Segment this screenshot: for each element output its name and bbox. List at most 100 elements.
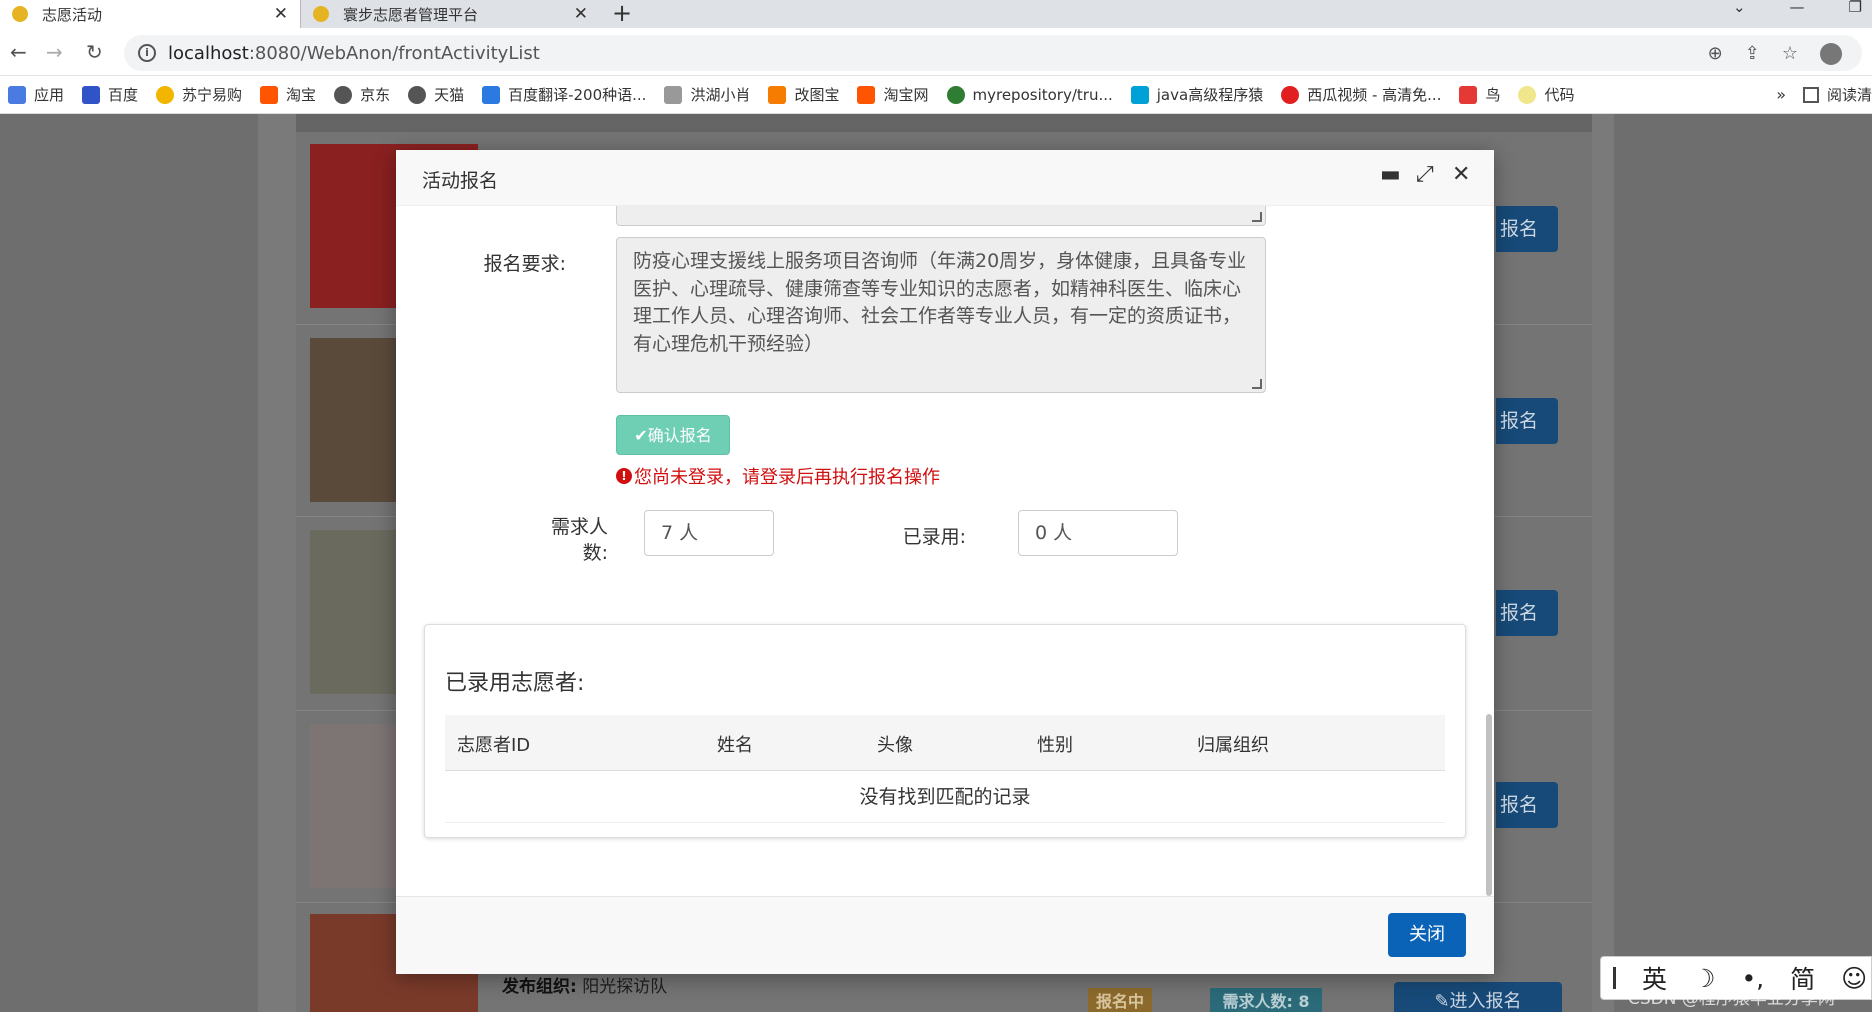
bookmark-label: 鸟 (1485, 86, 1501, 104)
enter-signup-button[interactable]: ✎进入报名 (1394, 982, 1562, 1012)
signup-button[interactable]: 报名 (1496, 398, 1558, 444)
list-header-strip (296, 114, 1592, 132)
share-icon[interactable]: ⇪ (1745, 43, 1760, 65)
tab-bar: 志愿活动 ✕ 寰步志愿者管理平台 ✕ + ⌄ — ❐ (0, 0, 1872, 28)
signup-button[interactable]: 报名 (1496, 590, 1558, 636)
forward-icon[interactable]: → (46, 40, 63, 64)
chrome-icon (946, 85, 965, 104)
emoji-icon[interactable]: ☺ (1841, 964, 1867, 993)
enter-signup-label: 进入报名 (1449, 991, 1522, 1012)
bookmark-label: 西瓜视频 - 高清免... (1307, 86, 1442, 104)
bookmark-label: 京东 (360, 86, 391, 104)
address-bar: ← → ↻ i localhost:8080/WebAnon/frontActi… (0, 28, 1872, 76)
hired-count-field[interactable]: 0 人 (1018, 510, 1178, 556)
bookmark-item[interactable]: 苏宁易购 (156, 84, 242, 105)
status-badge: 报名中 (1088, 988, 1152, 1012)
description-textarea[interactable] (616, 206, 1266, 226)
signup-button[interactable]: 报名 (1496, 782, 1558, 828)
profile-avatar[interactable] (1820, 43, 1842, 65)
column-header-organization[interactable]: 归属组织 (1197, 731, 1269, 757)
bookmark-item[interactable]: 改图宝 (768, 84, 839, 105)
close-button[interactable]: 关闭 (1388, 913, 1466, 957)
column-header-avatar[interactable]: 头像 (877, 731, 913, 757)
code-icon (1518, 85, 1537, 104)
need-count-badge: 需求人数: 8 (1210, 988, 1322, 1012)
new-tab-button[interactable]: + (612, 0, 632, 26)
star-icon[interactable]: ☆ (1782, 43, 1798, 65)
signup-button[interactable]: 报名 (1496, 206, 1558, 252)
site-favicon-icon (12, 6, 28, 22)
requirement-textarea[interactable]: 防疫心理支援线上服务项目咨询师（年满20周岁，身体健康，且具备专业医护、心理疏导… (616, 237, 1266, 393)
bilibili-icon (1130, 85, 1149, 104)
confirm-signup-button[interactable]: ✔确认报名 (616, 415, 730, 455)
column-header-volunteer-id[interactable]: 志愿者ID (457, 731, 530, 757)
translate-icon (482, 85, 501, 104)
tab-close-icon[interactable]: ✕ (574, 4, 588, 24)
bookmark-item[interactable]: 淘宝 (260, 84, 316, 105)
bookmark-item[interactable]: 百度 (82, 84, 138, 105)
bookmark-item[interactable]: 洪湖小肖 (664, 84, 750, 105)
reading-list-icon (1802, 86, 1819, 103)
bookmark-item[interactable]: java高级程序猿 (1130, 84, 1263, 105)
edit-icon: ✎ (1434, 991, 1450, 1012)
taobao-icon (857, 85, 876, 104)
tab-close-icon[interactable]: ✕ (274, 4, 288, 24)
maximize-icon[interactable]: ⤢ (1416, 163, 1434, 187)
bookmark-item[interactable]: 鸟 (1459, 84, 1500, 105)
baidu-icon (82, 85, 101, 104)
bookmark-item[interactable]: 代码 (1518, 84, 1575, 105)
taobao-icon (260, 85, 279, 104)
panel-title: 已录用志愿者: (445, 671, 585, 696)
ime-drag-handle[interactable] (1613, 967, 1616, 989)
resize-grip-icon[interactable] (1252, 379, 1262, 389)
window-controls: ⌄ — ❐ (1733, 0, 1862, 15)
hired-count-label: 已录用: (902, 526, 966, 548)
url-input[interactable]: i localhost:8080/WebAnon/frontActivityLi… (124, 35, 1862, 71)
bookmark-item[interactable]: myrepository/tru... (946, 85, 1113, 104)
bookmark-label: myrepository/tru... (972, 85, 1113, 104)
bookmark-label: 百度 (108, 86, 139, 104)
tab-activity[interactable]: 志愿活动 ✕ (0, 0, 300, 28)
back-icon[interactable]: ← (10, 40, 27, 64)
tab-search-icon[interactable]: ⌄ (1733, 0, 1746, 15)
tab-platform[interactable]: 寰步志愿者管理平台 ✕ (300, 0, 600, 28)
tab-title: 志愿活动 (42, 5, 103, 24)
publisher-value: 阳光探访队 (582, 977, 668, 997)
zoom-icon[interactable]: ⊕ (1708, 43, 1723, 65)
bookmarks-bar: 应用 百度 苏宁易购 淘宝 京东 天猫 百度翻译-200种语... 洪湖小肖 改… (0, 76, 1872, 114)
bookmark-item[interactable]: 西瓜视频 - 高清免... (1281, 84, 1441, 105)
need-count-field[interactable]: 7 人 (644, 510, 774, 556)
restore-icon[interactable]: ❐ (1849, 0, 1862, 15)
empty-table-message: 没有找到匹配的记录 (445, 771, 1445, 823)
url-host: localhost (168, 42, 249, 64)
modal-title: 活动报名 (422, 170, 499, 192)
column-header-name[interactable]: 姓名 (717, 731, 753, 757)
bookmark-apps[interactable]: 应用 (8, 84, 64, 105)
modal-scrollbar-thumb[interactable] (1486, 714, 1492, 896)
suning-icon (156, 85, 175, 104)
bookmarks-more-icon[interactable]: » (1776, 85, 1786, 104)
requirement-label: 报名要求: (483, 253, 566, 275)
bookmark-icon (664, 85, 683, 104)
close-icon[interactable]: ✕ (1452, 163, 1470, 187)
minimize-icon[interactable]: — (1790, 0, 1805, 15)
bookmark-item[interactable]: 京东 (334, 84, 390, 105)
site-info-icon[interactable]: i (138, 44, 156, 62)
bookmark-label: 洪湖小肖 (690, 86, 751, 104)
resize-grip-icon[interactable] (1252, 212, 1262, 222)
column-header-gender[interactable]: 性别 (1037, 731, 1073, 757)
reload-icon[interactable]: ↻ (86, 40, 103, 64)
modal-footer: 关闭 (396, 896, 1494, 974)
reading-list-label: 阅读清 (1826, 86, 1872, 104)
error-text: 您尚未登录，请登录后再执行报名操作 (634, 467, 940, 488)
bookmark-label: 淘宝网 (883, 86, 929, 104)
bookmark-item[interactable]: 淘宝网 (857, 84, 929, 105)
minimize-icon[interactable]: ▬ (1380, 163, 1401, 187)
bookmark-label: 应用 (34, 86, 65, 104)
omnibox-actions: ⊕ ⇪ ☆ (1708, 43, 1842, 65)
hired-volunteers-panel: 已录用志愿者: 志愿者ID 姓名 头像 性别 归属组织 没有找到匹配的记录 (424, 624, 1466, 838)
reading-list[interactable]: 阅读清 (1802, 84, 1872, 105)
bookmark-item[interactable]: 百度翻译-200种语... (482, 84, 646, 105)
bookmark-item[interactable]: 天猫 (408, 84, 464, 105)
confirm-signup-label: 确认报名 (647, 426, 712, 445)
